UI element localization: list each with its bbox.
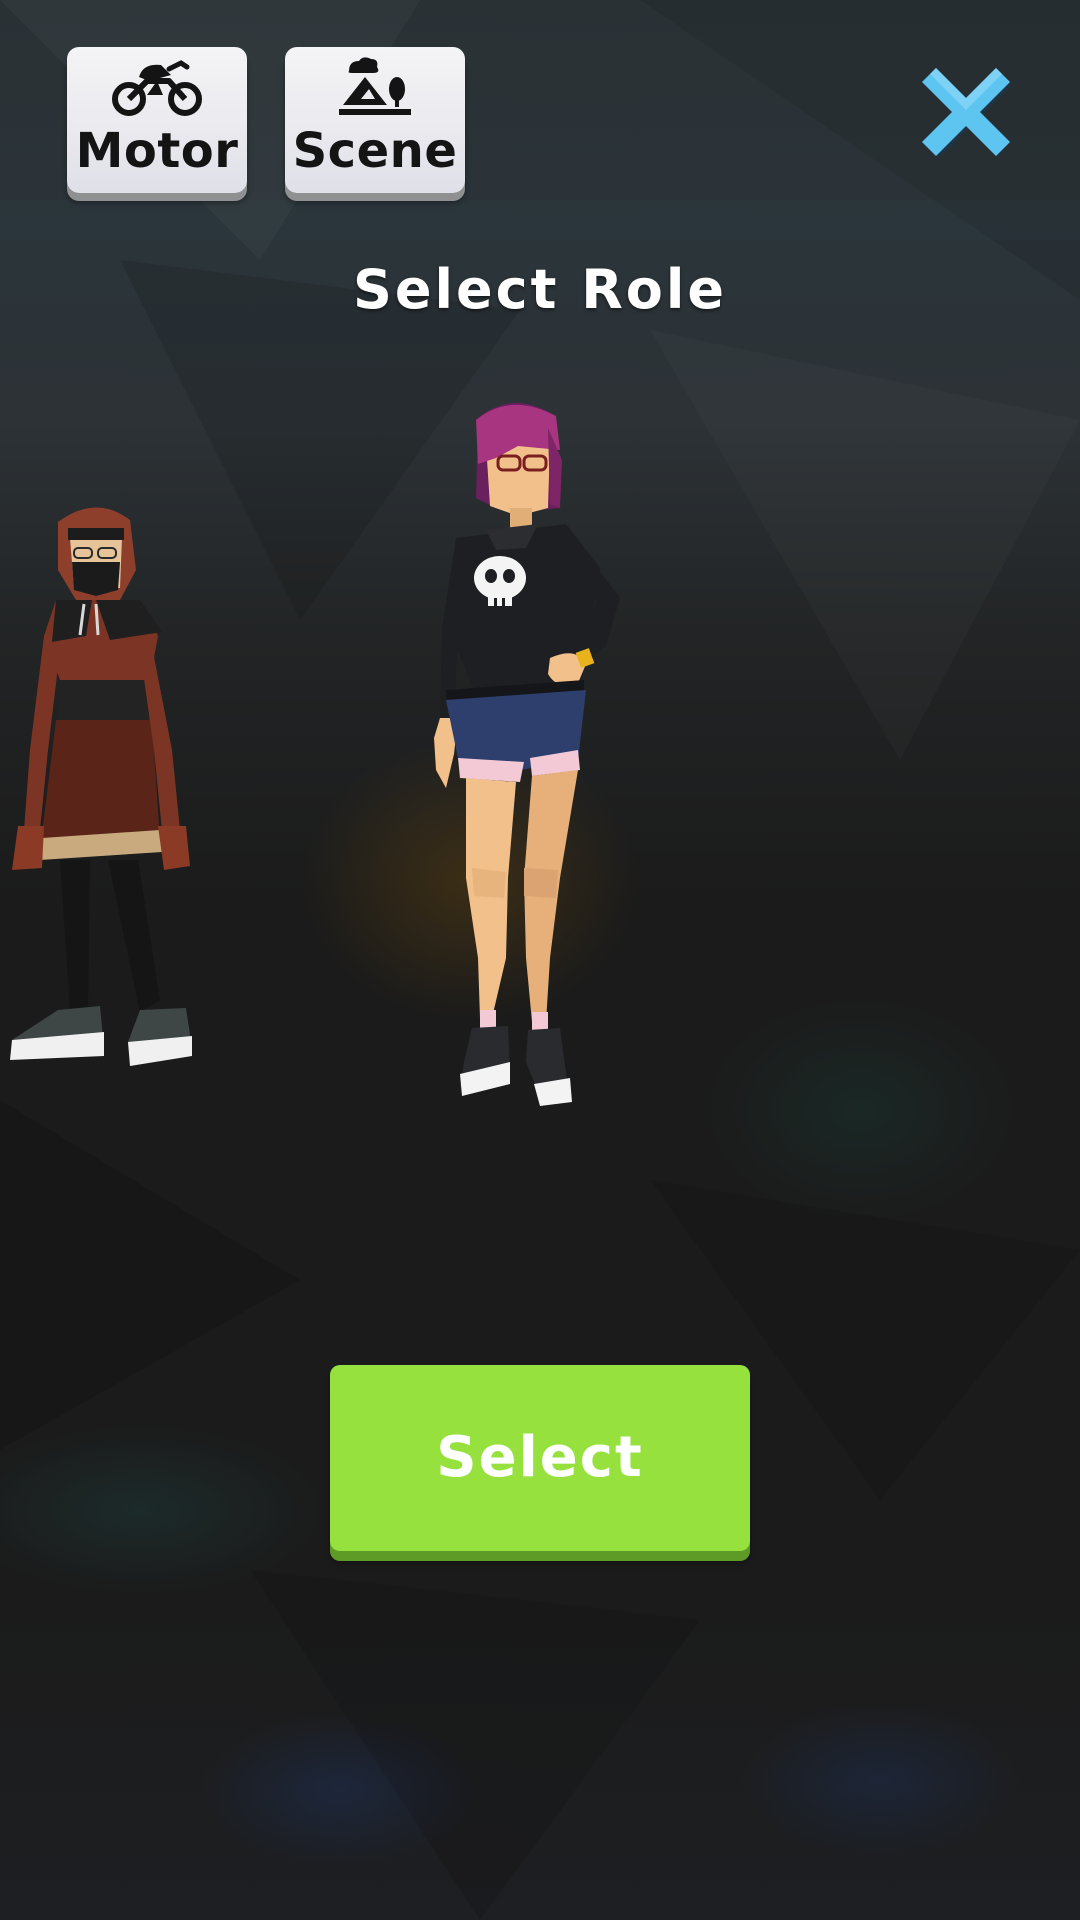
- purple-haired-skull-hoodie-character[interactable]: [400, 398, 650, 1138]
- scene-button-label: Scene: [292, 123, 458, 179]
- select-button[interactable]: Select: [330, 1365, 750, 1551]
- close-icon[interactable]: [918, 60, 1014, 156]
- motor-button-label: Motor: [75, 123, 239, 179]
- page-title: Select Role: [352, 258, 728, 321]
- motorcycle-icon: [112, 60, 202, 116]
- hooded-masked-character[interactable]: [0, 500, 220, 1090]
- landscape-icon: [339, 57, 411, 115]
- scene-button[interactable]: Scene: [285, 47, 465, 193]
- motor-button[interactable]: Motor: [67, 47, 247, 193]
